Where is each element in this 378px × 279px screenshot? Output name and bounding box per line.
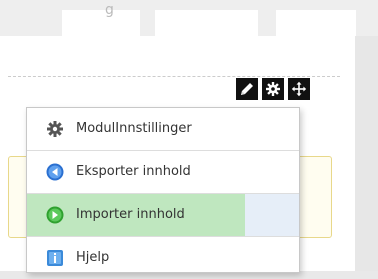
module-actions-menu: ModulInnstillinger Eksporter innhold Imp… — [26, 107, 300, 273]
module-border — [8, 76, 340, 77]
menu-item-label: ModulInnstillinger — [76, 121, 192, 136]
tab-label-fragment: g — [105, 2, 114, 18]
menu-item-help[interactable]: Hjelp — [27, 237, 299, 279]
menu-item-module-settings[interactable]: ModulInnstillinger — [27, 108, 299, 151]
pencil-icon — [241, 83, 253, 95]
edit-module-button[interactable] — [236, 78, 258, 100]
page-header-strip: g — [0, 0, 378, 36]
import-icon — [46, 206, 64, 224]
help-icon — [47, 250, 63, 266]
move-arrows-icon — [291, 81, 307, 97]
move-module-button[interactable] — [288, 78, 310, 100]
top-tab[interactable] — [62, 10, 140, 36]
export-icon — [46, 163, 64, 181]
top-tab[interactable] — [155, 10, 258, 36]
menu-item-label: Importer innhold — [76, 207, 185, 222]
menu-item-label: Hjelp — [76, 250, 110, 265]
right-gutter — [355, 36, 378, 271]
menu-item-import-content[interactable]: Importer innhold — [27, 194, 299, 237]
menu-item-export-content[interactable]: Eksporter innhold — [27, 151, 299, 194]
gear-icon — [47, 121, 63, 137]
top-tab[interactable] — [276, 10, 356, 36]
module-settings-button[interactable] — [262, 78, 284, 100]
menu-item-label: Eksporter innhold — [76, 164, 191, 179]
gear-icon — [266, 82, 280, 96]
